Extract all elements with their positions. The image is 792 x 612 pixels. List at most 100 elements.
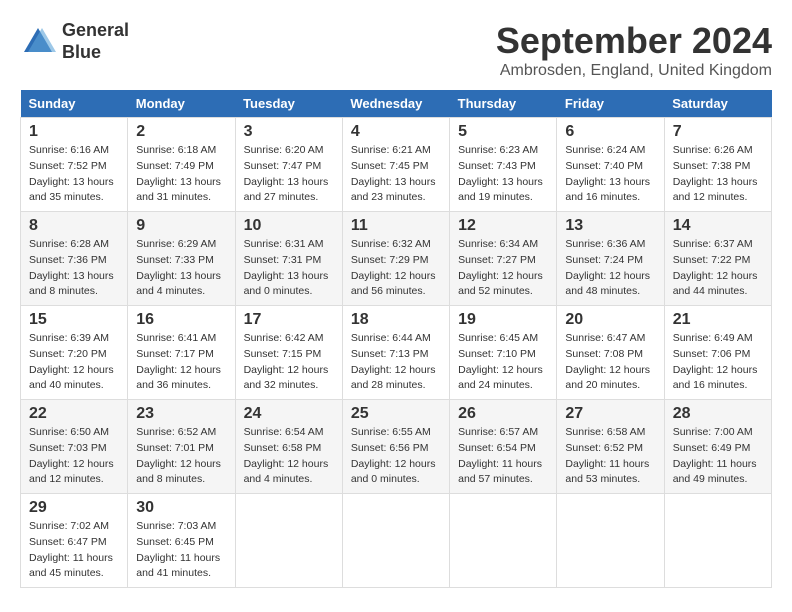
day-number: 21	[673, 311, 763, 329]
page-header: General Blue September 2024 Ambrosden, E…	[20, 20, 772, 80]
day-info: Sunrise: 6:21 AM Sunset: 7:45 PM Dayligh…	[351, 143, 441, 206]
column-header-sunday: Sunday	[21, 90, 128, 118]
day-info: Sunrise: 6:32 AM Sunset: 7:29 PM Dayligh…	[351, 237, 441, 300]
day-info: Sunrise: 6:41 AM Sunset: 7:17 PM Dayligh…	[136, 331, 226, 394]
day-info: Sunrise: 6:52 AM Sunset: 7:01 PM Dayligh…	[136, 425, 226, 488]
column-header-friday: Friday	[557, 90, 664, 118]
day-info: Sunrise: 6:34 AM Sunset: 7:27 PM Dayligh…	[458, 237, 548, 300]
column-header-tuesday: Tuesday	[235, 90, 342, 118]
day-info: Sunrise: 7:02 AM Sunset: 6:47 PM Dayligh…	[29, 519, 119, 582]
day-cell: 19 Sunrise: 6:45 AM Sunset: 7:10 PM Dayl…	[450, 306, 557, 400]
column-header-saturday: Saturday	[664, 90, 771, 118]
day-cell: 1 Sunrise: 6:16 AM Sunset: 7:52 PM Dayli…	[21, 118, 128, 212]
day-cell: 29 Sunrise: 7:02 AM Sunset: 6:47 PM Dayl…	[21, 494, 128, 588]
day-number: 14	[673, 217, 763, 235]
day-number: 12	[458, 217, 548, 235]
day-number: 30	[136, 499, 226, 517]
day-info: Sunrise: 6:49 AM Sunset: 7:06 PM Dayligh…	[673, 331, 763, 394]
day-number: 23	[136, 405, 226, 423]
day-cell	[557, 494, 664, 588]
day-number: 28	[673, 405, 763, 423]
day-info: Sunrise: 6:55 AM Sunset: 6:56 PM Dayligh…	[351, 425, 441, 488]
title-section: September 2024 Ambrosden, England, Unite…	[496, 20, 772, 80]
day-info: Sunrise: 6:29 AM Sunset: 7:33 PM Dayligh…	[136, 237, 226, 300]
week-row-5: 29 Sunrise: 7:02 AM Sunset: 6:47 PM Dayl…	[21, 494, 772, 588]
day-cell: 4 Sunrise: 6:21 AM Sunset: 7:45 PM Dayli…	[342, 118, 449, 212]
day-info: Sunrise: 6:36 AM Sunset: 7:24 PM Dayligh…	[565, 237, 655, 300]
day-number: 11	[351, 217, 441, 235]
day-info: Sunrise: 7:00 AM Sunset: 6:49 PM Dayligh…	[673, 425, 763, 488]
day-number: 9	[136, 217, 226, 235]
column-header-wednesday: Wednesday	[342, 90, 449, 118]
day-info: Sunrise: 6:23 AM Sunset: 7:43 PM Dayligh…	[458, 143, 548, 206]
day-number: 16	[136, 311, 226, 329]
day-cell: 14 Sunrise: 6:37 AM Sunset: 7:22 PM Dayl…	[664, 212, 771, 306]
month-title: September 2024	[496, 20, 772, 62]
day-cell	[342, 494, 449, 588]
day-cell: 27 Sunrise: 6:58 AM Sunset: 6:52 PM Dayl…	[557, 400, 664, 494]
day-cell: 12 Sunrise: 6:34 AM Sunset: 7:27 PM Dayl…	[450, 212, 557, 306]
week-row-1: 1 Sunrise: 6:16 AM Sunset: 7:52 PM Dayli…	[21, 118, 772, 212]
day-number: 27	[565, 405, 655, 423]
day-info: Sunrise: 6:31 AM Sunset: 7:31 PM Dayligh…	[244, 237, 334, 300]
header-row: SundayMondayTuesdayWednesdayThursdayFrid…	[21, 90, 772, 118]
calendar-table: SundayMondayTuesdayWednesdayThursdayFrid…	[20, 90, 772, 588]
day-cell: 16 Sunrise: 6:41 AM Sunset: 7:17 PM Dayl…	[128, 306, 235, 400]
day-cell	[235, 494, 342, 588]
day-number: 24	[244, 405, 334, 423]
day-number: 19	[458, 311, 548, 329]
week-row-2: 8 Sunrise: 6:28 AM Sunset: 7:36 PM Dayli…	[21, 212, 772, 306]
day-cell: 6 Sunrise: 6:24 AM Sunset: 7:40 PM Dayli…	[557, 118, 664, 212]
day-cell: 23 Sunrise: 6:52 AM Sunset: 7:01 PM Dayl…	[128, 400, 235, 494]
column-header-monday: Monday	[128, 90, 235, 118]
day-number: 10	[244, 217, 334, 235]
day-info: Sunrise: 6:42 AM Sunset: 7:15 PM Dayligh…	[244, 331, 334, 394]
day-info: Sunrise: 6:37 AM Sunset: 7:22 PM Dayligh…	[673, 237, 763, 300]
day-cell: 5 Sunrise: 6:23 AM Sunset: 7:43 PM Dayli…	[450, 118, 557, 212]
week-row-4: 22 Sunrise: 6:50 AM Sunset: 7:03 PM Dayl…	[21, 400, 772, 494]
day-number: 2	[136, 123, 226, 141]
day-info: Sunrise: 6:54 AM Sunset: 6:58 PM Dayligh…	[244, 425, 334, 488]
day-number: 1	[29, 123, 119, 141]
day-number: 15	[29, 311, 119, 329]
day-cell: 8 Sunrise: 6:28 AM Sunset: 7:36 PM Dayli…	[21, 212, 128, 306]
day-number: 6	[565, 123, 655, 141]
day-number: 18	[351, 311, 441, 329]
day-cell: 30 Sunrise: 7:03 AM Sunset: 6:45 PM Dayl…	[128, 494, 235, 588]
day-cell	[450, 494, 557, 588]
day-cell: 18 Sunrise: 6:44 AM Sunset: 7:13 PM Dayl…	[342, 306, 449, 400]
day-number: 3	[244, 123, 334, 141]
day-cell: 9 Sunrise: 6:29 AM Sunset: 7:33 PM Dayli…	[128, 212, 235, 306]
day-info: Sunrise: 6:18 AM Sunset: 7:49 PM Dayligh…	[136, 143, 226, 206]
day-cell: 15 Sunrise: 6:39 AM Sunset: 7:20 PM Dayl…	[21, 306, 128, 400]
day-info: Sunrise: 6:44 AM Sunset: 7:13 PM Dayligh…	[351, 331, 441, 394]
day-info: Sunrise: 6:50 AM Sunset: 7:03 PM Dayligh…	[29, 425, 119, 488]
day-cell: 10 Sunrise: 6:31 AM Sunset: 7:31 PM Dayl…	[235, 212, 342, 306]
day-number: 4	[351, 123, 441, 141]
day-number: 5	[458, 123, 548, 141]
day-cell: 13 Sunrise: 6:36 AM Sunset: 7:24 PM Dayl…	[557, 212, 664, 306]
day-info: Sunrise: 6:24 AM Sunset: 7:40 PM Dayligh…	[565, 143, 655, 206]
day-info: Sunrise: 6:57 AM Sunset: 6:54 PM Dayligh…	[458, 425, 548, 488]
day-number: 26	[458, 405, 548, 423]
logo: General Blue	[20, 20, 129, 63]
day-number: 17	[244, 311, 334, 329]
day-cell: 11 Sunrise: 6:32 AM Sunset: 7:29 PM Dayl…	[342, 212, 449, 306]
day-info: Sunrise: 6:16 AM Sunset: 7:52 PM Dayligh…	[29, 143, 119, 206]
day-info: Sunrise: 6:28 AM Sunset: 7:36 PM Dayligh…	[29, 237, 119, 300]
logo-text: General Blue	[62, 20, 129, 63]
day-cell: 28 Sunrise: 7:00 AM Sunset: 6:49 PM Dayl…	[664, 400, 771, 494]
day-number: 13	[565, 217, 655, 235]
day-cell: 7 Sunrise: 6:26 AM Sunset: 7:38 PM Dayli…	[664, 118, 771, 212]
day-number: 29	[29, 499, 119, 517]
day-info: Sunrise: 6:20 AM Sunset: 7:47 PM Dayligh…	[244, 143, 334, 206]
column-header-thursday: Thursday	[450, 90, 557, 118]
day-cell: 22 Sunrise: 6:50 AM Sunset: 7:03 PM Dayl…	[21, 400, 128, 494]
day-cell: 24 Sunrise: 6:54 AM Sunset: 6:58 PM Dayl…	[235, 400, 342, 494]
day-info: Sunrise: 6:45 AM Sunset: 7:10 PM Dayligh…	[458, 331, 548, 394]
day-number: 25	[351, 405, 441, 423]
day-number: 8	[29, 217, 119, 235]
day-cell: 3 Sunrise: 6:20 AM Sunset: 7:47 PM Dayli…	[235, 118, 342, 212]
day-cell: 17 Sunrise: 6:42 AM Sunset: 7:15 PM Dayl…	[235, 306, 342, 400]
day-cell: 25 Sunrise: 6:55 AM Sunset: 6:56 PM Dayl…	[342, 400, 449, 494]
